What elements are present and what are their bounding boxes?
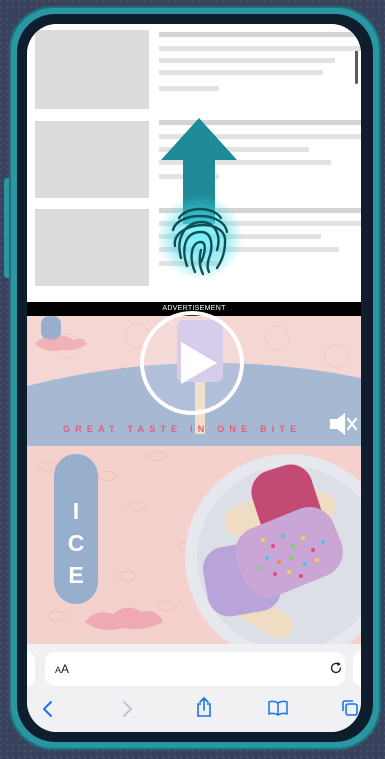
ice-letter: C: [67, 530, 85, 556]
share-icon[interactable]: [195, 696, 213, 718]
thumbnail-placeholder: [35, 30, 149, 109]
fingerprint-icon: [157, 194, 243, 280]
ad-ice-panel: I C E: [27, 446, 361, 644]
text-line: [159, 70, 323, 75]
text-size-button[interactable]: AA: [55, 662, 69, 676]
tabs-icon[interactable]: [341, 699, 359, 717]
text-line: [159, 46, 361, 51]
text-line: [159, 86, 219, 91]
thumbnail-placeholder: [35, 121, 149, 198]
speaker-muted-icon[interactable]: [328, 410, 358, 438]
scroll-indicator: [355, 46, 358, 84]
article-placeholder: [27, 24, 361, 302]
text-size-large-label: A: [61, 662, 70, 676]
text-line: [159, 58, 335, 63]
next-tab-preview[interactable]: [353, 652, 361, 686]
book-icon[interactable]: [267, 699, 289, 717]
chevron-left-icon[interactable]: [41, 699, 55, 719]
address-field[interactable]: AA: [45, 652, 345, 686]
previous-tab-preview[interactable]: [27, 652, 35, 686]
ice-label-pill: I C E: [54, 454, 98, 604]
ice-letter: E: [68, 562, 84, 588]
phone-frame: ADVERTISEMENT GREAT TASTE IN ONE BITE I …: [9, 6, 381, 750]
ice-letter: I: [72, 498, 80, 524]
address-bar-area: AA: [27, 644, 361, 689]
text-line: [159, 32, 361, 37]
reload-icon[interactable]: [329, 661, 343, 675]
ad-tagline: GREAT TASTE IN ONE BITE: [63, 424, 302, 434]
chevron-right-icon[interactable]: [120, 699, 134, 719]
safari-toolbar: [27, 689, 361, 732]
thumbnail-placeholder: [35, 209, 149, 286]
phone-screen: ADVERTISEMENT GREAT TASTE IN ONE BITE I …: [27, 24, 361, 732]
play-icon[interactable]: [137, 308, 247, 418]
